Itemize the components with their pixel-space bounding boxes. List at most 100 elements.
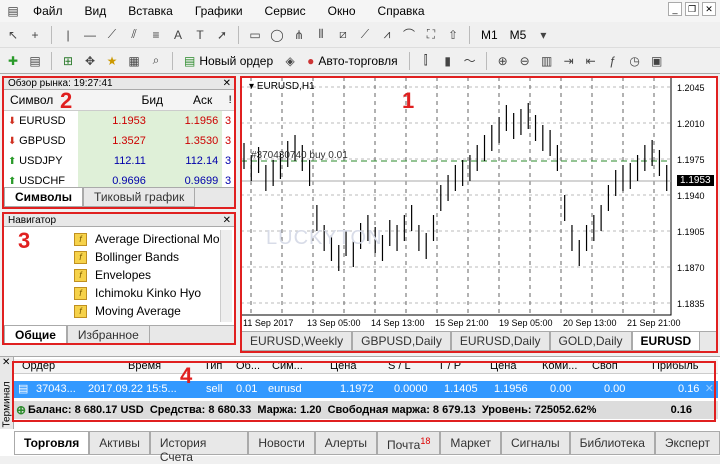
terminal-col[interactable]: Цена <box>330 360 356 372</box>
terminal-tab[interactable]: Почта18 <box>376 432 441 455</box>
tile-windows-icon[interactable]: ▥ <box>538 52 556 70</box>
navigator-item[interactable]: f Moving Average <box>4 302 234 320</box>
zoom-in-icon[interactable]: ⊕ <box>494 52 512 70</box>
terminal-tab[interactable]: Новости <box>248 432 315 455</box>
candle-chart-icon[interactable]: ▮ <box>439 52 457 70</box>
terminal-col[interactable]: Своп <box>592 360 618 372</box>
terminal-tab[interactable]: Алерты <box>314 432 377 455</box>
terminal-col[interactable]: Прибыль <box>652 360 699 372</box>
fibo-arc-icon[interactable]: ⌒ <box>400 26 418 44</box>
navigator-item[interactable]: f Average Directional Mo <box>4 230 234 248</box>
minimize-icon[interactable]: _ <box>668 2 682 16</box>
chart-tab[interactable]: EURUSD <box>631 332 701 351</box>
menu-view[interactable]: Вид <box>74 4 118 18</box>
chart-tab[interactable]: GBPUSD,Daily <box>352 332 451 351</box>
terminal-col[interactable]: Ордер <box>22 360 55 372</box>
text-icon[interactable]: A <box>169 26 187 44</box>
tab-favorites[interactable]: Избранное <box>66 326 150 345</box>
m1-button[interactable]: M1 <box>477 28 502 42</box>
ellipse-icon[interactable]: ◯ <box>268 26 286 44</box>
tester-icon[interactable]: ⌕ <box>147 52 165 70</box>
timeframe-more-icon[interactable]: ▾ <box>534 26 552 44</box>
terminal-tab[interactable]: История Счета <box>149 432 249 464</box>
shapes-icon[interactable]: ⛶ <box>422 26 440 44</box>
m5-button[interactable]: M5 <box>506 28 531 42</box>
terminal-tab[interactable]: Сигналы <box>500 432 570 455</box>
menu-tools[interactable]: Сервис <box>254 4 317 18</box>
navigator-scrollbar[interactable] <box>220 230 232 322</box>
fibo-fan-icon[interactable]: ⩘ <box>378 26 396 44</box>
metaeditor-icon[interactable]: ◈ <box>281 52 299 70</box>
close-icon[interactable]: ✕ <box>2 357 10 368</box>
terminal-tab[interactable]: Торговля <box>14 432 90 455</box>
arrows-icon[interactable]: ⇧ <box>444 26 462 44</box>
arrow-icon[interactable]: ➚ <box>213 26 231 44</box>
market-watch-icon[interactable]: ⊞ <box>59 52 77 70</box>
navigator-item[interactable]: f Envelopes <box>4 266 234 284</box>
templates-icon[interactable]: ▣ <box>648 52 666 70</box>
cycle-lines-icon[interactable]: ⦀ <box>312 26 330 44</box>
regression-icon[interactable]: ⟋ <box>356 26 374 44</box>
terminal-icon[interactable]: ▦ <box>125 52 143 70</box>
col-ask[interactable]: Аск <box>179 90 227 110</box>
horizontal-line-icon[interactable]: — <box>81 26 99 44</box>
new-order-button[interactable]: ▤ Новый ордер <box>180 54 277 68</box>
menu-help[interactable]: Справка <box>367 4 436 18</box>
new-chart-icon[interactable]: ✚ <box>4 52 22 70</box>
terminal-col[interactable]: S / L <box>388 360 411 372</box>
terminal-col[interactable]: Коми... <box>542 360 577 372</box>
gann-icon[interactable]: ⧄ <box>334 26 352 44</box>
cursor-icon[interactable]: ↖ <box>4 26 22 44</box>
trendline-icon[interactable]: ⟋ <box>103 26 121 44</box>
terminal-col[interactable]: Время <box>128 360 161 372</box>
periods-icon[interactable]: ◷ <box>626 52 644 70</box>
vertical-line-icon[interactable]: | <box>59 26 77 44</box>
chart-shift-icon[interactable]: ⇤ <box>582 52 600 70</box>
chart-tab[interactable]: GOLD,Daily <box>549 332 632 351</box>
pitchfork-icon[interactable]: ⋔ <box>290 26 308 44</box>
fibo-icon[interactable]: ≡ <box>147 26 165 44</box>
order-row[interactable]: ▤ 37043... 2017.09.22 15:5... sell 0.01 eurus… <box>14 381 718 398</box>
menu-insert[interactable]: Вставка <box>117 4 184 18</box>
terminal-col[interactable]: Тип <box>204 360 222 372</box>
chart-tab[interactable]: EURUSD,Daily <box>450 332 550 351</box>
navigator-item[interactable]: f Ichimoku Kinko Hyo <box>4 284 234 302</box>
terminal-tab[interactable]: Маркет <box>440 432 501 455</box>
line-chart-icon[interactable]: 〜 <box>461 52 479 70</box>
close-icon[interactable]: ✕ <box>702 2 716 16</box>
menu-file[interactable]: Файл <box>22 4 74 18</box>
channel-icon[interactable]: ⫽ <box>125 26 143 44</box>
bar-chart-icon[interactable]: ⫿ <box>417 52 435 70</box>
chart-tab[interactable]: EURUSD,Weekly <box>241 332 353 351</box>
autotrading-button[interactable]: ● Авто-торговля <box>303 54 402 68</box>
table-row[interactable]: ⬇ GBPUSD 1.3527 1.3530 3 <box>4 130 234 151</box>
restore-icon[interactable]: ❐ <box>685 2 699 16</box>
menu-charts[interactable]: Графики <box>184 4 254 18</box>
crosshair-icon[interactable]: + <box>26 26 44 44</box>
price-chart[interactable]: 1.2045 1.2010 1.1975 1.1940 1.1905 1.1870 1.18… <box>241 77 717 331</box>
profiles-icon[interactable]: ▤ <box>26 52 44 70</box>
col-bid[interactable]: Бид <box>126 90 179 110</box>
terminal-tab[interactable]: Эксперт <box>654 432 720 455</box>
navigator-icon[interactable]: ★ <box>103 52 121 70</box>
close-order-icon[interactable]: ✕ <box>705 382 714 395</box>
terminal-col[interactable]: Сим... <box>272 360 303 372</box>
tab-common[interactable]: Общие <box>4 326 67 345</box>
col-spread[interactable]: ! <box>226 90 234 110</box>
terminal-col[interactable]: Об... <box>236 360 260 372</box>
tab-symbols[interactable]: Символы <box>4 188 84 207</box>
autoscroll-icon[interactable]: ⇥ <box>560 52 578 70</box>
close-icon[interactable]: ✕ <box>223 77 231 90</box>
label-icon[interactable]: T <box>191 26 209 44</box>
data-window-icon[interactable]: ✥ <box>81 52 99 70</box>
terminal-tab[interactable]: Библиотека <box>569 432 655 455</box>
zoom-out-icon[interactable]: ⊖ <box>516 52 534 70</box>
table-row[interactable]: ⬆ USDJPY 112.11 112.14 3 <box>4 150 234 171</box>
terminal-col[interactable]: T / P <box>438 360 461 372</box>
menu-window[interactable]: Окно <box>317 4 367 18</box>
table-row[interactable]: ⬇ EURUSD 1.1953 1.1956 3 <box>4 110 234 131</box>
navigator-item[interactable]: f Bollinger Bands <box>4 248 234 266</box>
rectangle-icon[interactable]: ▭ <box>246 26 264 44</box>
terminal-col[interactable]: Цена <box>490 360 516 372</box>
indicators-icon[interactable]: ƒ <box>604 52 622 70</box>
